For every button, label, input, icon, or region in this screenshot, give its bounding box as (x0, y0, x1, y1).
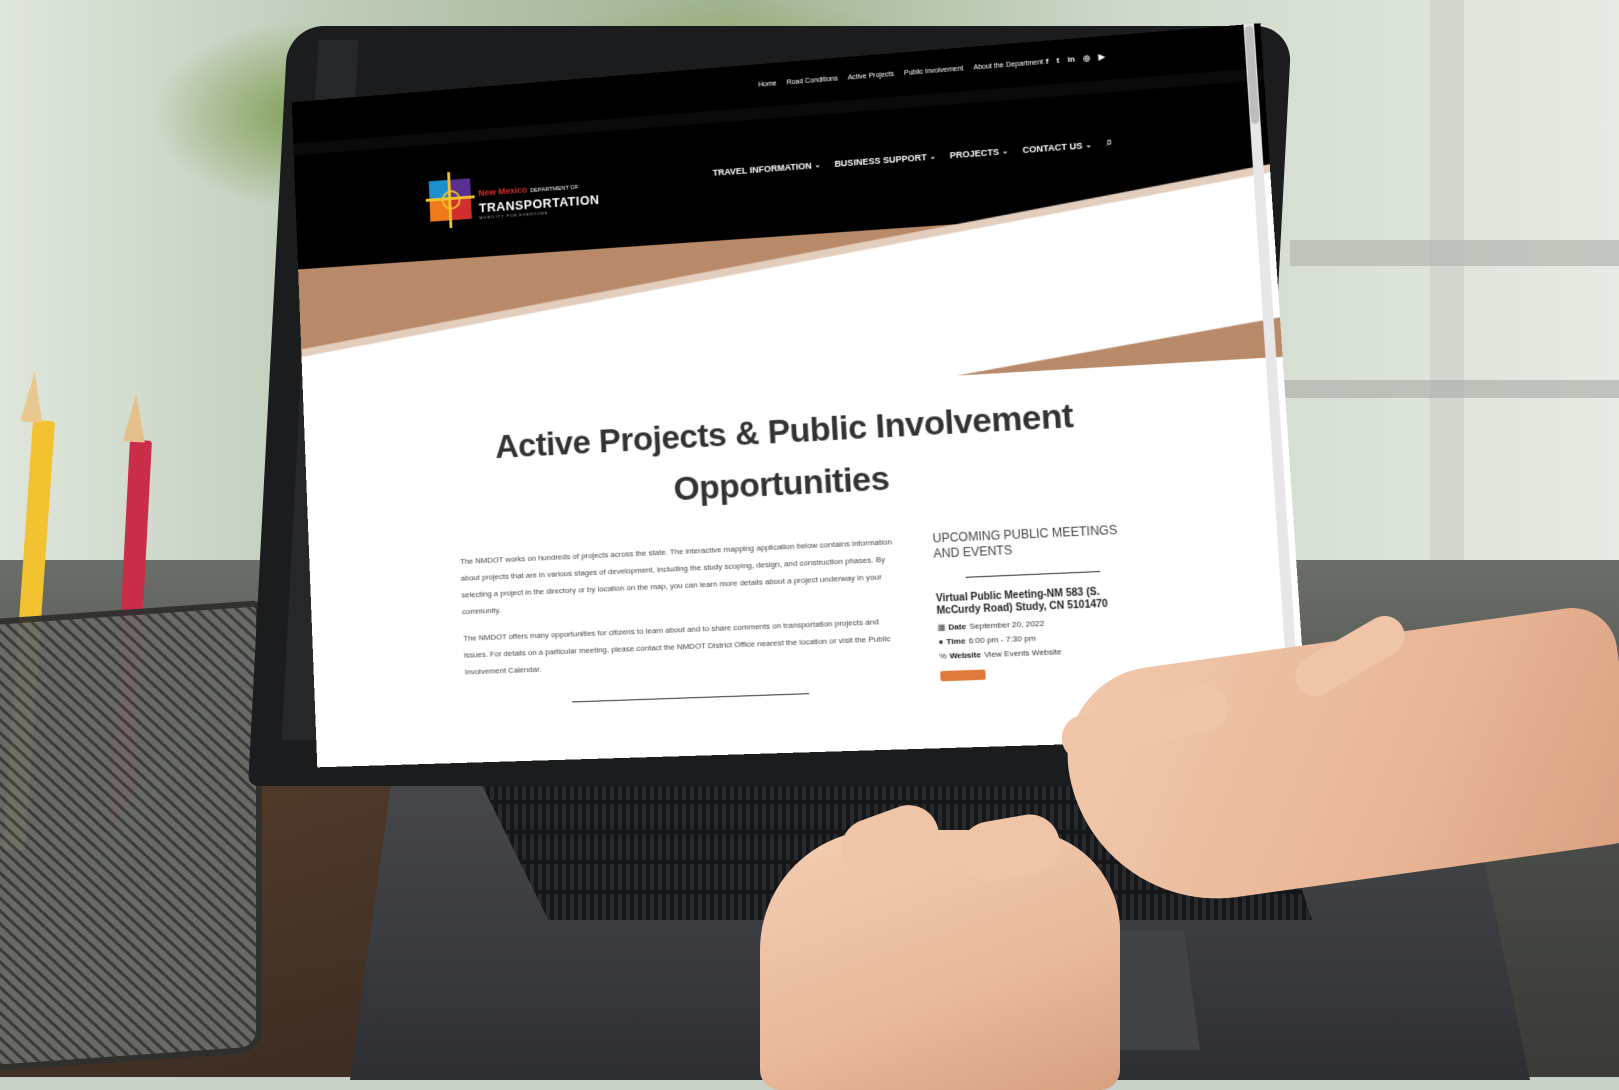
event-website: % Website View Events Website (939, 644, 1147, 661)
event-more-button[interactable] (940, 669, 986, 682)
content-divider (572, 693, 810, 703)
sidebar-divider (965, 571, 1101, 578)
chevron-down-icon: ⌄ (929, 152, 936, 161)
event-title[interactable]: Virtual Public Meeting-NM 583 (S. McCurd… (936, 585, 1145, 618)
intro-paragraph: The NMDOT works on hundreds of projects … (459, 537, 893, 617)
clock-icon: ● (938, 637, 944, 647)
instagram-icon[interactable]: ◎ (1083, 53, 1091, 63)
nav-road-conditions[interactable]: Road Conditions (786, 75, 838, 86)
background-rail (1290, 240, 1619, 266)
link-icon: % (938, 651, 947, 661)
website-label: Website (949, 650, 982, 661)
nav-public-involvement[interactable]: Public Involvement (904, 65, 964, 77)
nav-label: TRAVEL INFORMATION (712, 160, 812, 178)
nav-about[interactable]: About the Department (973, 59, 1043, 72)
intro-content: The NMDOT works on hundreds of projects … (460, 533, 900, 690)
background-post (1430, 0, 1464, 620)
photo-scene: Home Road Conditions Active Projects Pub… (0, 0, 1619, 1090)
calendar-icon: ▦ (937, 622, 946, 633)
time-value: 6:00 pm - 7:30 pm (968, 633, 1036, 646)
chevron-down-icon: ⌄ (1085, 141, 1092, 149)
nav-label: BUSINESS SUPPORT (834, 151, 927, 169)
twitter-icon[interactable]: t (1056, 56, 1059, 65)
website-link[interactable]: View Events Website (984, 647, 1062, 659)
logo-text: New Mexico DEPARTMENT OF TRANSPORTATION M… (478, 175, 600, 220)
facebook-icon[interactable]: f (1045, 57, 1048, 66)
nav-business-support[interactable]: BUSINESS SUPPORT ⌄ (834, 150, 936, 170)
pencil-tip (20, 371, 46, 423)
youtube-icon[interactable]: ▶ (1098, 52, 1105, 62)
nav-travel-information[interactable]: TRAVEL INFORMATION ⌄ (712, 158, 820, 179)
chevron-down-icon: ⌄ (1001, 147, 1009, 156)
pencil-cup (0, 600, 262, 1072)
left-hand (760, 830, 1120, 1090)
main-nav: TRAVEL INFORMATION ⌄ BUSINESS SUPPORT ⌄ PR… (712, 136, 1113, 178)
linkedin-icon[interactable]: in (1067, 54, 1075, 64)
chevron-down-icon: ⌄ (814, 161, 821, 169)
nav-contact-us[interactable]: CONTACT US ⌄ (1022, 138, 1092, 156)
pencil-tip (122, 393, 148, 443)
top-nav: Home Road Conditions Active Projects Pub… (758, 59, 1043, 89)
nav-label: PROJECTS (949, 146, 1000, 160)
website: Home Road Conditions Active Projects Pub… (291, 23, 1309, 767)
sidebar-heading: UPCOMING PUBLIC MEETINGS AND EVENTS (932, 522, 1118, 561)
date-label: Date (948, 621, 967, 632)
nav-active-projects[interactable]: Active Projects (848, 71, 895, 82)
zia-logo-icon (425, 170, 476, 229)
involvement-paragraph: The NMDOT offers many opportunities for … (463, 617, 891, 677)
background-rail (1280, 380, 1619, 398)
nav-projects[interactable]: PROJECTS ⌄ (949, 144, 1008, 161)
nav-label: CONTACT US (1022, 140, 1083, 155)
nav-home[interactable]: Home (758, 80, 777, 88)
time-label: Time (946, 636, 966, 647)
logo-dept: DEPARTMENT OF (529, 184, 579, 195)
social-links: f t in ◎ ▶ (1045, 52, 1105, 66)
event-time: ● Time 6:00 pm - 7:30 pm (938, 629, 1146, 647)
search-icon[interactable]: ⌕ (1106, 136, 1113, 150)
laptop-screen: Home Road Conditions Active Projects Pub… (291, 23, 1309, 768)
nmdot-logo[interactable]: New Mexico DEPARTMENT OF TRANSPORTATION M… (425, 160, 618, 232)
date-value: September 20, 2022 (969, 618, 1045, 631)
logo-state: New Mexico (478, 184, 528, 198)
events-sidebar: UPCOMING PUBLIC MEETINGS AND EVENTS Virt… (932, 522, 1148, 682)
